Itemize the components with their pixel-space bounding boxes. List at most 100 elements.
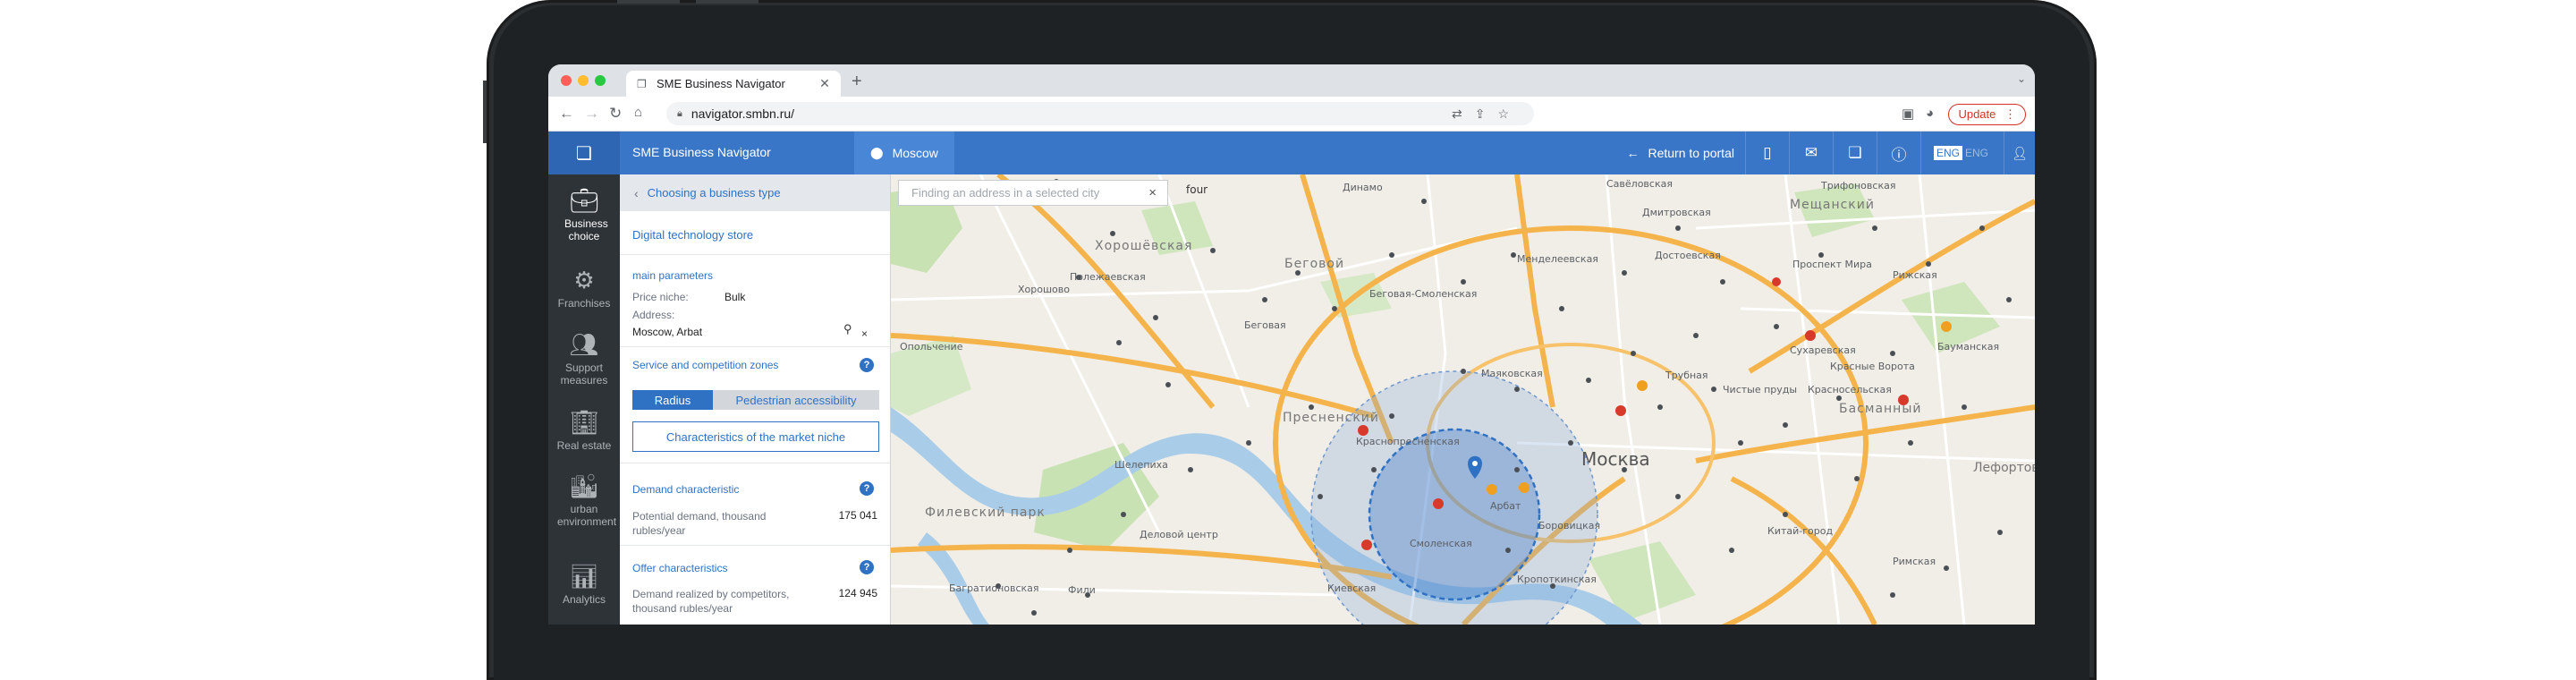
back-label: Choosing a business type <box>647 186 781 200</box>
minimize-window-button[interactable] <box>578 75 589 86</box>
map-label: Полежаевская <box>1070 271 1146 283</box>
mobile-icon[interactable]: ▯ <box>1744 132 1789 174</box>
map-label: Багратионовская <box>949 582 1039 594</box>
left-navigation: 💼︎ Business choice ⚙ Franchises 👥︎ Suppo… <box>548 174 620 625</box>
nav-item-label: Analytics <box>562 593 606 606</box>
map-canvas[interactable] <box>891 174 2035 625</box>
service-zone-circle <box>1368 428 1541 601</box>
map-label: Краснопресненская <box>1356 436 1460 447</box>
sidepanel-icon[interactable]: ▣ <box>1902 106 1914 122</box>
new-tab-button[interactable]: + <box>852 72 862 92</box>
help-icon[interactable]: ? <box>860 481 874 496</box>
app-logo-icon[interactable]: ❏ <box>548 132 620 174</box>
nav-item-real-estate[interactable]: 🏢︎ Real estate <box>548 409 620 452</box>
map-label: Боровицкая <box>1538 520 1601 531</box>
tab-close-icon[interactable]: ✕ <box>818 76 832 91</box>
demand-title: Demand characteristic <box>632 483 740 496</box>
return-to-portal-button[interactable]: ← Return to portal <box>1615 132 1745 174</box>
map-label: Опольчение <box>900 341 963 353</box>
back-to-business-types[interactable]: ‹ Choosing a business type <box>620 174 890 211</box>
city-selector[interactable]: ⬤ Moscow <box>854 132 954 174</box>
address-bar[interactable]: 🔒︎ navigator.smbn.ru/ ⇄⇪☆ <box>666 102 1534 125</box>
address-value: Moscow, Arbat <box>632 326 703 338</box>
header-actions: ← Return to portal ▯ ✉ ❏ ⓘ ENG ENG 👤︎ <box>1615 132 2035 174</box>
map-label: Кропоткинская <box>1517 574 1597 585</box>
nav-item-business-choice[interactable]: 💼︎ Business choice <box>548 187 620 242</box>
offer-value: 124 945 <box>838 587 877 599</box>
lock-icon: 🔒︎ <box>677 107 682 119</box>
zoom-window-button[interactable] <box>595 75 606 86</box>
nav-item-label: Support measures <box>560 361 608 387</box>
map-label: Москва <box>1581 448 1650 470</box>
map-search-clear-icon[interactable]: × <box>1148 185 1157 200</box>
mail-icon[interactable]: ✉ <box>1788 132 1833 174</box>
bookmark-star-icon[interactable]: ☆ <box>1497 106 1521 121</box>
address-clear-icon[interactable]: × <box>861 327 868 340</box>
profile-avatar[interactable]: ◕ <box>1926 106 1934 121</box>
map-label: Савёловская <box>1606 178 1673 190</box>
zone-pedestrian-tab[interactable]: Pedestrian accessibility <box>713 390 879 410</box>
map-label: Арбат <box>1490 500 1521 512</box>
business-panel: ‹ Choosing a business type Digital techn… <box>620 174 891 625</box>
browser-tab[interactable]: ❐ SME Business Navigator ✕ <box>626 71 841 97</box>
location-pin-icon: ⬤ <box>870 146 884 159</box>
share-icon[interactable]: ⇪ <box>1475 106 1498 121</box>
chat-icon[interactable]: ❏ <box>1832 132 1877 174</box>
map-address-search[interactable]: Finding an address in a selected city × <box>898 180 1168 206</box>
nav-item-label: urban environment <box>557 503 617 528</box>
map-label: Маяковская <box>1481 368 1543 379</box>
forward-icon[interactable]: → <box>584 105 599 123</box>
app-header: ❏ SME Business Navigator ⬤ Moscow ← Retu… <box>548 132 2035 174</box>
map-label: Красные Ворота <box>1830 361 1915 372</box>
map-label: Дмитровская <box>1642 207 1711 218</box>
zone-radius-tab[interactable]: Radius <box>632 390 713 410</box>
lang-option-inactive[interactable]: ENG <box>1962 146 1991 160</box>
help-icon[interactable]: ? <box>860 358 874 372</box>
demand-value: 175 041 <box>838 509 877 522</box>
tablet-top-button <box>617 0 680 4</box>
map-label: Бауманская <box>1937 341 2000 353</box>
map-label: Красносельская <box>1808 384 1892 395</box>
screen: ❐ SME Business Navigator ✕ + ⌄ ← → ↻ ⌂ 🔒… <box>548 64 2035 625</box>
address-pin-icon[interactable]: ⚲ <box>843 322 852 336</box>
map-label: Шелепиха <box>1114 459 1168 471</box>
demand-label: Potential demand, thousand rubles/year <box>632 510 767 537</box>
update-label: Update <box>1958 107 1996 121</box>
map-label: Рижская <box>1893 269 1937 281</box>
nav-item-franchises[interactable]: ⚙ Franchises <box>548 267 620 310</box>
translate-icon[interactable]: ⇄ <box>1452 106 1475 121</box>
map-label: Хорошово <box>1018 284 1070 295</box>
back-icon[interactable]: ← <box>559 105 574 123</box>
map-label: Трубная <box>1665 370 1708 381</box>
nav-item-support-measures[interactable]: 👥︎ Support measures <box>548 331 620 387</box>
map-label: Хорошёвская <box>1095 239 1193 253</box>
map[interactable]: Finding an address in a selected city × … <box>891 174 2035 625</box>
language-switch[interactable]: ENG ENG <box>1919 132 2004 174</box>
tab-title: SME Business Navigator <box>657 77 785 90</box>
zones-title: Service and competition zones <box>632 359 779 371</box>
chevron-left-icon: ‹ <box>634 185 639 200</box>
home-icon[interactable]: ⌂ <box>634 105 642 120</box>
user-icon[interactable]: 👤︎ <box>2004 132 2035 174</box>
briefcase-icon: 💼︎ <box>569 187 599 214</box>
close-window-button[interactable] <box>561 75 572 86</box>
business-type-link[interactable]: Digital technology store <box>620 228 753 242</box>
map-label: Достоевская <box>1655 250 1721 261</box>
lang-option-active[interactable]: ENG <box>1933 146 1962 160</box>
map-label: Киевская <box>1327 582 1377 594</box>
url-text: navigator.smbn.ru/ <box>691 106 795 121</box>
help-icon[interactable]: ? <box>860 560 874 574</box>
reload-icon[interactable]: ↻ <box>609 105 622 123</box>
tab-search-chevron-icon[interactable]: ⌄ <box>2017 72 2026 85</box>
nav-item-urban-environment[interactable]: 🏙︎ urban environment <box>548 472 620 528</box>
nav-item-analytics[interactable]: 📊︎ Analytics <box>548 563 620 606</box>
browser-tab-bar: ❐ SME Business Navigator ✕ + ⌄ <box>548 64 2035 97</box>
map-label: Филевский парк <box>925 506 1046 520</box>
map-label: Сухаревская <box>1790 344 1856 356</box>
zone-mode-toggle: Radius Pedestrian accessibility <box>632 390 879 410</box>
map-label: Деловой центр <box>1140 529 1218 540</box>
market-niche-button[interactable]: Characteristics of the market niche <box>632 421 879 452</box>
info-icon[interactable]: ⓘ <box>1876 132 1920 174</box>
update-button[interactable]: Update ⋮ <box>1948 104 2026 125</box>
offer-title: Offer characteristics <box>632 562 728 574</box>
